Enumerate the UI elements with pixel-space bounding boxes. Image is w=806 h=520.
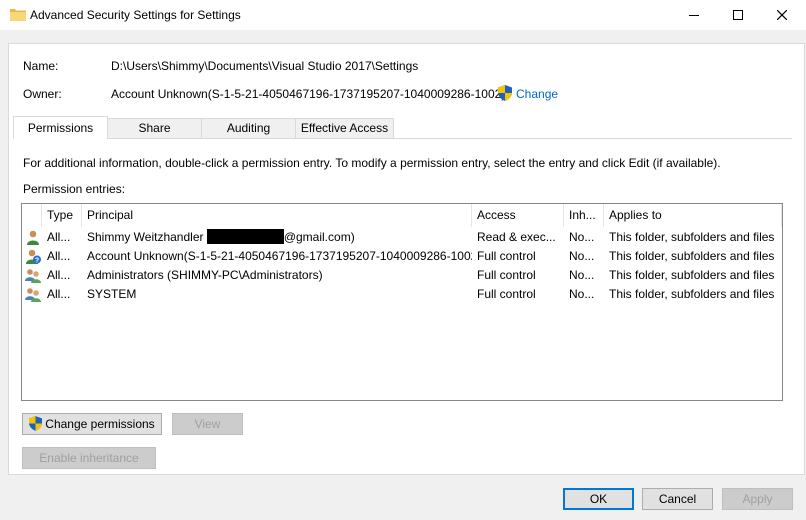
column-header-icon [22,204,42,227]
minimize-button[interactable] [672,0,716,30]
column-header-applies-to[interactable]: Applies to [604,204,782,227]
table-row[interactable]: All... Administrators (SHIMMY-PC\Adminis… [22,266,782,285]
apply-button[interactable]: Apply [722,488,793,510]
row-inherited: No... [569,268,595,282]
close-button[interactable] [760,0,804,30]
row-applies-to: This folder, subfolders and files [609,230,775,244]
row-access: Full control [477,249,536,263]
row-inherited: No... [569,287,595,301]
change-permissions-button[interactable]: Change permissions [22,413,162,435]
tab-permissions[interactable]: Permissions [13,116,108,139]
row-type: All... [47,249,71,263]
permission-entries-list[interactable]: Type Principal Access Inh... Applies to … [21,203,783,401]
cancel-button[interactable]: Cancel [642,488,713,510]
svg-text:?: ? [35,258,39,265]
redaction-bar [206,229,284,245]
title-bar: Advanced Security Settings for Settings [0,0,806,30]
enable-inheritance-button[interactable]: Enable inheritance [22,447,156,469]
permission-entries-label: Permission entries: [23,182,126,196]
table-row[interactable]: All... Shimmy Weitzhandler @gmail.com) R… [22,228,782,247]
row-applies-to: This folder, subfolders and files [609,268,775,282]
tab-auditing[interactable]: Auditing [201,118,296,138]
ok-button[interactable]: OK [563,488,634,510]
unknown-user-icon: ? [26,249,41,265]
table-row[interactable]: All... SYSTEM Full control No... This fo… [22,285,782,304]
row-access: Full control [477,287,536,301]
row-principal: SYSTEM [87,287,137,301]
maximize-button[interactable] [716,0,760,30]
group-icon [25,288,41,302]
user-icon [27,230,39,245]
tab-share[interactable]: Share [107,118,202,138]
row-access: Read & exec... [477,230,556,244]
column-header-type[interactable]: Type [42,204,82,227]
window-title: Advanced Security Settings for Settings [30,8,241,22]
owner-label: Owner: [23,87,62,101]
view-button[interactable]: View [172,413,243,435]
close-icon [777,10,787,20]
column-header-inherited[interactable]: Inh... [564,204,604,227]
row-type: All... [47,230,71,244]
change-owner-link[interactable]: Change [516,87,558,101]
tab-effective-access[interactable]: Effective Access [295,118,394,138]
name-value: D:\Users\Shimmy\Documents\Visual Studio … [111,59,419,73]
name-label: Name: [23,59,59,73]
row-principal: Administrators (SHIMMY-PC\Administrators… [87,268,323,282]
shield-icon [498,85,512,101]
row-inherited: No... [569,230,595,244]
row-applies-to: This folder, subfolders and files [609,287,775,301]
row-applies-to: This folder, subfolders and files [609,249,775,263]
column-header-principal[interactable]: Principal [82,204,472,227]
minimize-icon [689,15,699,16]
maximize-icon [733,10,743,20]
row-inherited: No... [569,249,595,263]
info-text: For additional information, double-click… [23,156,721,170]
change-permissions-label: Change permissions [45,417,155,431]
group-icon [25,269,41,283]
row-principal: Account Unknown(S-1-5-21-4050467196-1737… [87,249,472,263]
row-principal: Shimmy Weitzhandler @gmail.com) [82,228,472,247]
row-type: All... [47,287,71,301]
owner-value: Account Unknown(S-1-5-21-4050467196-1737… [111,87,506,101]
principal-text: Shimmy Weitzhandler [87,230,207,244]
list-header: Type Principal Access Inh... Applies to [22,204,782,227]
row-type: All... [47,268,71,282]
folder-icon [10,9,26,21]
shield-icon [29,415,43,431]
column-header-access[interactable]: Access [472,204,564,227]
principal-suffix: @gmail.com) [283,230,355,244]
row-access: Full control [477,268,536,282]
table-row[interactable]: ? All... Account Unknown(S-1-5-21-405046… [22,247,782,266]
